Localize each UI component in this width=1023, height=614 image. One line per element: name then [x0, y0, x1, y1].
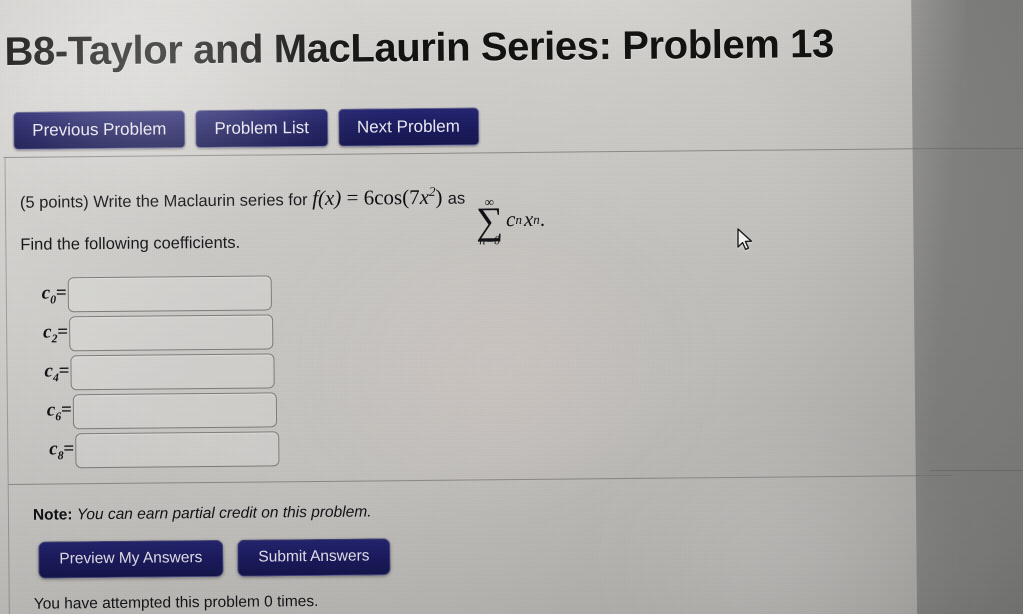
coefficient-row: c2= — [24, 312, 278, 353]
preview-answers-button[interactable]: Preview My Answers — [38, 539, 224, 579]
coefficient-row: c0= — [23, 273, 278, 314]
problem-formula: f(x) = 6cos(7x2) — [312, 184, 448, 210]
note-label: Note: — [32, 506, 73, 524]
content-top-divider — [3, 147, 950, 158]
screenshot-root: B8-Taylor and MacLaurin Series: Problem … — [0, 0, 1023, 614]
formula-period: . — [539, 207, 546, 232]
formula-cos: cos — [374, 185, 403, 210]
formula-equals: = — [346, 185, 359, 210]
page-title: B8-Taylor and MacLaurin Series: Problem … — [4, 21, 835, 74]
content-left-border — [4, 157, 10, 614]
coefficient-label-c6: c6= — [46, 399, 73, 424]
problem-as-word: as — [447, 189, 466, 208]
series-term-c-subscript: n — [515, 211, 522, 227]
coefficient-row: c4= — [25, 351, 278, 392]
answer-input-c0[interactable] — [67, 275, 272, 313]
answer-input-c2[interactable] — [69, 314, 274, 352]
series-term-c: c — [505, 207, 516, 232]
series-term-x: x — [523, 207, 534, 232]
formula-cos-var: x — [419, 184, 430, 209]
answer-input-c4[interactable] — [70, 353, 275, 391]
answer-actions: Preview My Answers Submit Answers — [38, 538, 391, 579]
answer-input-c6[interactable] — [72, 392, 278, 430]
summation-symbol-group: ∞ ∑ n=0 — [476, 194, 504, 248]
problem-list-button[interactable]: Problem List — [195, 108, 329, 149]
webwork-page: B8-Taylor and MacLaurin Series: Problem … — [0, 0, 966, 614]
answer-input-c8[interactable] — [75, 431, 280, 469]
problem-instruction: Find the following coefficients. — [20, 233, 241, 254]
formula-f-arg: (x) — [317, 185, 342, 210]
coefficient-label-c4: c4= — [44, 360, 70, 385]
partial-credit-note: Note: You can earn partial credit on thi… — [33, 503, 372, 524]
submit-answers-button[interactable]: Submit Answers — [237, 538, 391, 577]
next-problem-button[interactable]: Next Problem — [337, 107, 480, 147]
formula-cos-close: ) — [435, 184, 443, 209]
problem-navigation: Previous Problem Problem List Next Probl… — [13, 107, 480, 150]
coefficient-label-c2: c2= — [42, 321, 69, 346]
coefficient-answer-list: c0= c2= c4= c6= c8= — [17, 273, 280, 470]
coefficient-row: c6= — [28, 390, 279, 431]
formula-cos-coefficient: 7 — [409, 184, 420, 210]
coefficient-label-c0: c0= — [41, 282, 67, 307]
coefficient-row: c8= — [30, 429, 280, 470]
content-mid-divider — [8, 474, 953, 485]
series-expression: ∞ ∑ n=0 cnxn. — [470, 194, 546, 248]
problem-points-text: (5 points) Write the Maclaurin series fo… — [19, 191, 308, 212]
formula-coefficient: 6 — [363, 185, 375, 210]
previous-problem-button[interactable]: Previous Problem — [13, 110, 186, 150]
attempts-status: You have attempted this problem 0 times. — [33, 592, 319, 613]
note-text: You can earn partial credit on this prob… — [76, 503, 372, 524]
summation-lower-limit: n=0 — [479, 233, 501, 248]
coefficient-label-c8: c8= — [49, 438, 75, 463]
